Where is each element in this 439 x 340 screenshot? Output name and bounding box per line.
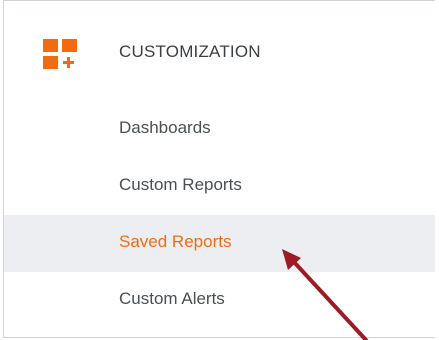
- menu-item-label: Custom Alerts: [119, 289, 225, 308]
- customization-section-header[interactable]: CUSTOMIZATION: [4, 1, 435, 101]
- customization-menu: Dashboards Custom Reports Saved Reports …: [4, 101, 435, 329]
- section-title: CUSTOMIZATION: [119, 42, 261, 61]
- customization-panel: CUSTOMIZATION Dashboards Custom Reports …: [3, 0, 435, 338]
- menu-item-label: Saved Reports: [119, 232, 232, 251]
- menu-item-label: Dashboards: [119, 118, 211, 137]
- menu-item-saved-reports[interactable]: Saved Reports: [4, 215, 435, 272]
- customization-grid-plus-icon: [43, 39, 77, 69]
- menu-item-custom-alerts[interactable]: Custom Alerts: [4, 272, 435, 329]
- menu-item-custom-reports[interactable]: Custom Reports: [4, 158, 435, 215]
- menu-item-label: Custom Reports: [119, 175, 242, 194]
- menu-item-dashboards[interactable]: Dashboards: [4, 101, 435, 158]
